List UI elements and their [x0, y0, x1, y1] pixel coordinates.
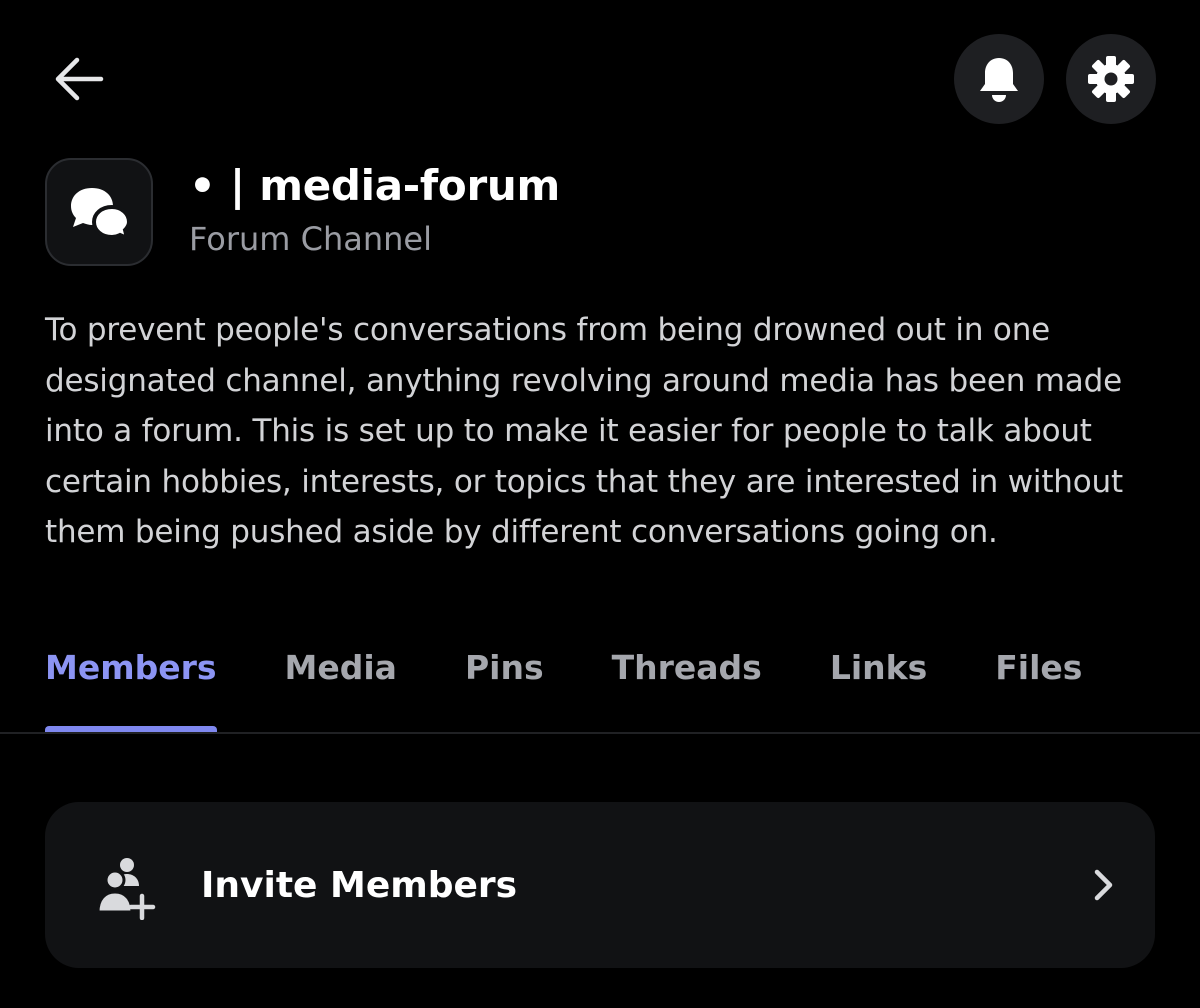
tab-label: Links — [829, 648, 928, 687]
tab-threads[interactable]: Threads — [612, 640, 762, 696]
channel-avatar — [45, 158, 153, 266]
arrow-left-icon — [55, 57, 104, 101]
tab-label: Files — [995, 648, 1083, 687]
tab-pins[interactable]: Pins — [465, 640, 544, 696]
tabs-divider — [0, 732, 1200, 734]
channel-description: To prevent people's conversations from b… — [45, 312, 1123, 550]
tab-files[interactable]: Files — [995, 640, 1082, 696]
tab-label: Threads — [611, 648, 762, 687]
channel-titles: • | media-forum Forum Channel — [189, 158, 560, 260]
invite-members-label: Invite Members — [201, 864, 518, 906]
tab-label: Pins — [464, 648, 544, 687]
settings-button[interactable] — [1066, 34, 1156, 124]
notifications-button[interactable] — [954, 34, 1044, 124]
chevron-right-icon — [1094, 869, 1113, 901]
gear-icon — [1088, 56, 1134, 102]
channel-name: • | media-forum — [189, 161, 560, 210]
channel-type: Forum Channel — [189, 220, 432, 258]
invite-members-button[interactable]: Invite Members — [45, 802, 1155, 968]
channel-info-screen: • | media-forum Forum Channel To prevent… — [0, 0, 1200, 1008]
forum-bubbles-icon — [71, 188, 130, 240]
tab-links[interactable]: Links — [830, 640, 927, 696]
back-button[interactable] — [44, 44, 114, 114]
add-user-icon — [96, 858, 156, 920]
tab-bar: Members Media Pins Threads Links Files — [45, 640, 1150, 732]
channel-header: • | media-forum Forum Channel — [45, 158, 560, 266]
tab-members[interactable]: Members — [45, 640, 217, 732]
bell-icon — [980, 58, 1018, 102]
tab-label: Media — [284, 648, 397, 687]
tab-media[interactable]: Media — [285, 640, 397, 696]
header-actions — [954, 34, 1156, 124]
tab-label: Members — [45, 648, 217, 687]
